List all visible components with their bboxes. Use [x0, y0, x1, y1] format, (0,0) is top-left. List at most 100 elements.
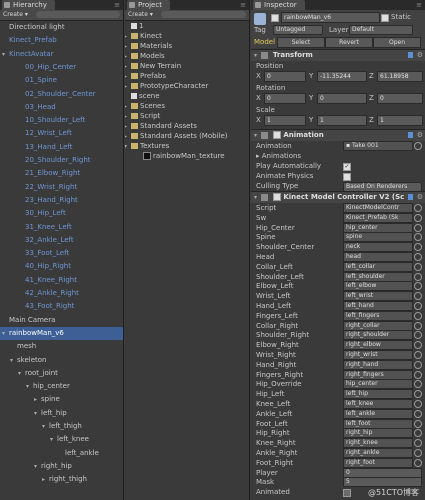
object-field[interactable]: right_fingers [343, 369, 413, 380]
scale-z-field[interactable]: 1 [377, 115, 423, 126]
scale-x-field[interactable]: 1 [264, 115, 306, 126]
object-field[interactable]: right_knee [343, 438, 413, 449]
object-field[interactable]: left_foot [343, 418, 413, 429]
hierarchy-item[interactable]: ▾ rainbowMan_v6 [0, 326, 123, 340]
object-field[interactable]: head [343, 252, 413, 262]
object-field[interactable]: left_hip [343, 389, 413, 400]
object-picker-icon[interactable] [414, 449, 422, 457]
hierarchy-item[interactable]: 02_Shoulder_Center [0, 88, 123, 101]
revert-button[interactable]: Revert [325, 37, 373, 48]
hierarchy-item[interactable]: 33_Foot_Left [0, 247, 123, 260]
gear-icon[interactable]: ⚙ [417, 192, 423, 203]
object-field[interactable]: right_foot [343, 457, 413, 468]
panel-menu-icon[interactable]: ≡ [114, 1, 120, 9]
hierarchy-tab[interactable]: Hierarchy [2, 0, 55, 10]
object-picker-icon[interactable] [414, 311, 422, 320]
hierarchy-search-input[interactable] [36, 11, 120, 18]
object-picker-icon[interactable] [414, 331, 422, 340]
animation-clip-field[interactable]: ▪ Take 001 [343, 141, 413, 151]
hierarchy-item[interactable]: ▾ KinectAvatar [0, 48, 123, 61]
hierarchy-item[interactable]: 03_Head [0, 101, 123, 114]
hierarchy-item[interactable]: 01_Spine [0, 74, 123, 87]
hierarchy-item[interactable]: 00_Hip_Center [0, 61, 123, 74]
hierarchy-item[interactable]: left_ankle [0, 447, 123, 460]
object-field[interactable]: left_shoulder [343, 271, 413, 282]
project-item[interactable]: ▸Standard Assets (Mobile) [125, 131, 249, 141]
object-picker-icon[interactable] [414, 360, 422, 369]
create-dropdown[interactable]: Create ▾ [3, 10, 28, 20]
project-item[interactable]: ▸Models [125, 51, 249, 61]
hierarchy-item[interactable]: ▾ left_knee [0, 433, 123, 446]
object-picker-icon[interactable] [414, 142, 422, 150]
object-picker-icon[interactable] [414, 400, 422, 408]
hierarchy-item[interactable]: 20_Shoulder_Right [0, 154, 123, 167]
rotation-x-field[interactable]: 0 [264, 93, 306, 104]
gear-icon[interactable]: ⚙ [417, 50, 423, 61]
project-item[interactable]: ▸Script [125, 111, 249, 121]
project-tab[interactable]: Project [127, 0, 170, 10]
help-book-icon[interactable] [408, 52, 413, 58]
expand-arrow-icon[interactable]: ▾ [18, 367, 25, 380]
object-picker-icon[interactable] [414, 204, 422, 212]
object-field[interactable]: neck [343, 242, 413, 253]
object-field[interactable]: right_shoulder [343, 330, 413, 341]
hierarchy-item[interactable]: 40_Hip_Right [0, 260, 123, 273]
project-item[interactable]: 1 [125, 21, 249, 31]
hierarchy-item[interactable]: Main Camera [0, 314, 123, 327]
position-y-field[interactable]: -11.35244 [317, 71, 367, 82]
hierarchy-item[interactable]: 30_Hip_Left [0, 207, 123, 220]
object-field[interactable]: right_hip [343, 428, 413, 439]
object-field[interactable]: Kinect_Prefab (Sk [343, 212, 413, 223]
project-item[interactable]: ▸Kinect [125, 31, 249, 41]
expand-arrow-icon[interactable]: ▾ [42, 420, 49, 433]
object-picker-icon[interactable] [414, 429, 422, 438]
static-checkbox[interactable] [381, 14, 389, 22]
position-x-field[interactable]: 0 [264, 71, 306, 82]
collapse-arrow-icon[interactable]: ▸ [42, 473, 49, 486]
hierarchy-item[interactable]: ▾ left_thigh [0, 420, 123, 433]
checked-checkbox[interactable]: ✓ [343, 163, 351, 171]
project-item[interactable]: ▸Standard Assets [125, 121, 249, 131]
script-enabled-checkbox[interactable] [272, 193, 281, 201]
object-field[interactable]: right_wrist [343, 350, 413, 360]
panel-menu-icon[interactable]: ≡ [240, 1, 246, 9]
project-item[interactable]: ▾Textures [125, 141, 249, 151]
hierarchy-item[interactable]: 21_Elbow_Right [0, 167, 123, 180]
help-book-icon[interactable] [408, 132, 413, 138]
object-field[interactable]: right_ankle [343, 448, 413, 458]
scale-y-field[interactable]: 1 [317, 115, 367, 126]
gear-icon[interactable]: ⚙ [417, 130, 423, 141]
hierarchy-item[interactable]: 43_Foot_Right [0, 300, 123, 313]
object-picker-icon[interactable] [414, 341, 422, 350]
kinect-controller-header[interactable]: ▾ Kinect Model Controller V2 (Sc ⚙ [251, 191, 425, 203]
create-dropdown[interactable]: Create ▾ [128, 10, 153, 20]
object-field[interactable]: hip_center [343, 379, 413, 390]
object-field[interactable]: left_fingers [343, 310, 413, 321]
object-picker-icon[interactable] [414, 262, 422, 271]
object-field[interactable]: left_hand [343, 301, 413, 311]
hierarchy-item[interactable]: mesh [0, 340, 123, 353]
object-picker-icon[interactable] [414, 253, 422, 261]
project-search-input[interactable] [161, 11, 246, 18]
project-item[interactable]: ▸PrototypeCharacter [125, 81, 249, 91]
object-picker-icon[interactable] [414, 292, 422, 301]
object-field[interactable]: left_collar [343, 261, 413, 272]
hierarchy-item[interactable]: ▾ hip_center [0, 380, 123, 393]
object-name-field[interactable]: rainbowMan_v6 [281, 12, 380, 23]
hierarchy-item[interactable]: 10_Shoulder_Left [0, 114, 123, 127]
open-button[interactable]: Open [373, 37, 421, 48]
select-button[interactable]: Select [277, 37, 325, 48]
object-field[interactable]: spine [343, 232, 413, 243]
object-picker-icon[interactable] [414, 223, 422, 232]
hierarchy-item[interactable]: Kinect_Prefab [0, 34, 123, 47]
hierarchy-item[interactable]: 32_Ankle_Left [0, 234, 123, 247]
object-field[interactable]: hip_center [343, 222, 413, 233]
number-field[interactable]: 0 [343, 467, 422, 478]
project-item[interactable]: scene [125, 91, 249, 101]
expand-arrow-icon[interactable]: ▾ [2, 327, 9, 340]
position-z-field[interactable]: 61.18958 [377, 71, 423, 82]
hierarchy-item[interactable]: ▾ skeleton [0, 354, 123, 367]
object-field[interactable]: left_wrist [343, 291, 413, 302]
object-picker-icon[interactable] [414, 439, 422, 448]
animation-enabled-checkbox[interactable] [272, 131, 281, 139]
